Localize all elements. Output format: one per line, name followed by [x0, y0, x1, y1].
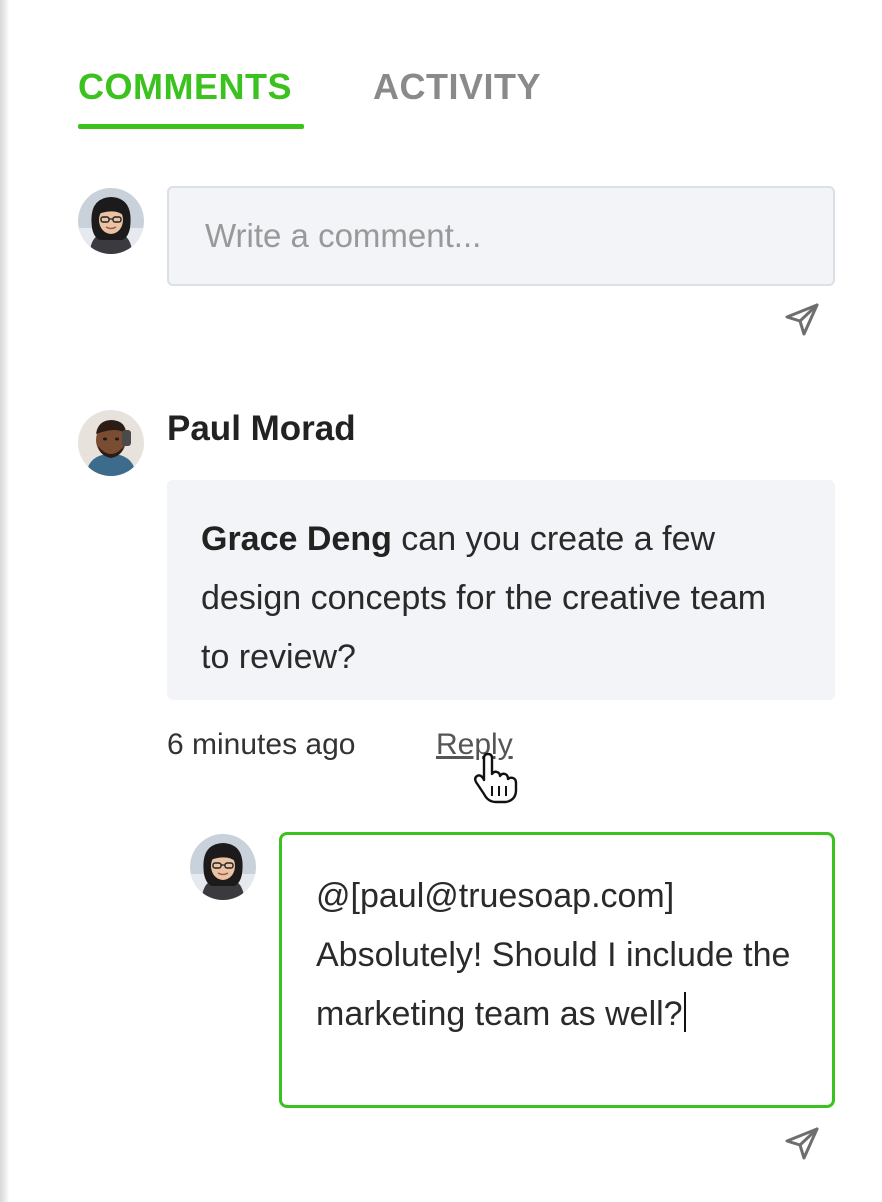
current-user-avatar [78, 188, 144, 254]
reply-user-avatar [190, 834, 256, 900]
send-icon[interactable] [782, 300, 822, 340]
panel-left-border [0, 0, 9, 1202]
tab-comments[interactable]: COMMENTS [78, 66, 292, 108]
user-avatar-icon [78, 410, 144, 476]
user-avatar-icon [78, 188, 144, 254]
author-avatar [78, 410, 144, 476]
reply-send-icon[interactable] [782, 1124, 822, 1164]
pointer-hand-cursor-icon [470, 752, 524, 804]
mention-tag[interactable]: Grace Deng [201, 520, 392, 558]
text-caret [683, 992, 686, 1032]
comment-author-name: Paul Morad [167, 409, 356, 448]
reply-text: @[paul@truesoap.com] Absolutely! Should … [316, 877, 800, 1033]
comments-panel: COMMENTS ACTIVITY Write a comment... Pau… [0, 0, 882, 1202]
send-paper-plane-icon [785, 303, 819, 336]
active-tab-indicator [78, 124, 304, 129]
comment-body: Grace Deng can you create a few design c… [167, 480, 835, 700]
tab-activity[interactable]: ACTIVITY [373, 66, 541, 108]
reply-input[interactable]: @[paul@truesoap.com] Absolutely! Should … [279, 832, 835, 1108]
comment-input[interactable] [167, 186, 835, 286]
user-avatar-icon [190, 834, 256, 900]
send-paper-plane-icon [785, 1127, 819, 1160]
comment-timestamp: 6 minutes ago [167, 728, 356, 761]
